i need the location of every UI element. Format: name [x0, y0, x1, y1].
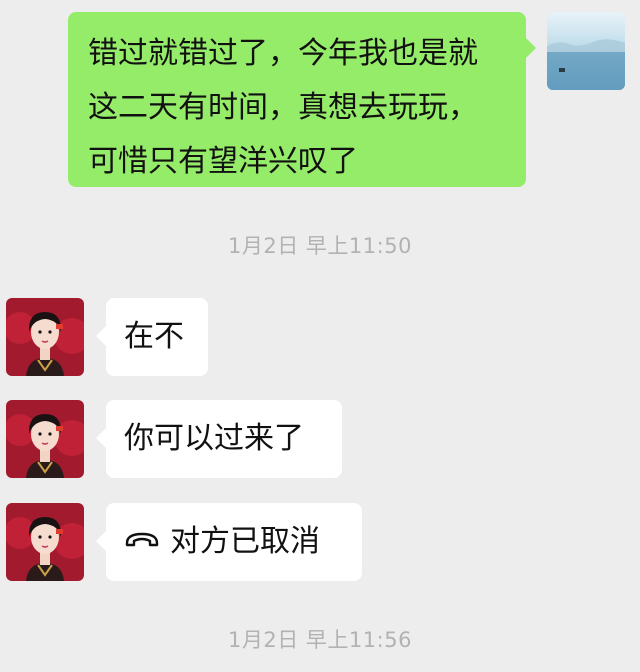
- timestamp: 1月2日 早上11:50: [228, 234, 412, 258]
- received-message-text: 在不: [124, 319, 184, 354]
- sent-message-line: 可惜只有望洋兴叹了: [88, 144, 358, 179]
- contact-avatar[interactable]: [6, 503, 84, 581]
- contact-avatar[interactable]: [6, 400, 84, 478]
- self-avatar[interactable]: [547, 12, 625, 90]
- timestamp: 1月2日 早上11:56: [228, 628, 412, 652]
- sent-message-line: 这二天有时间，真想去玩玩，: [88, 90, 478, 125]
- contact-avatar[interactable]: [6, 298, 84, 376]
- received-message-text: 你可以过来了: [124, 421, 304, 456]
- call-status-text: 对方已取消: [170, 524, 320, 559]
- call-status-bubble[interactable]: 对方已取消: [96, 503, 362, 581]
- sent-message-bubble[interactable]: 错过就错过了，今年我也是就 这二天有时间，真想去玩玩， 可惜只有望洋兴叹了: [68, 12, 536, 187]
- received-message-bubble[interactable]: 在不: [96, 298, 208, 376]
- sent-message-line: 错过就错过了，今年我也是就: [88, 36, 478, 71]
- phone-hangup-icon: [124, 511, 160, 569]
- received-message-bubble[interactable]: 你可以过来了: [96, 400, 342, 478]
